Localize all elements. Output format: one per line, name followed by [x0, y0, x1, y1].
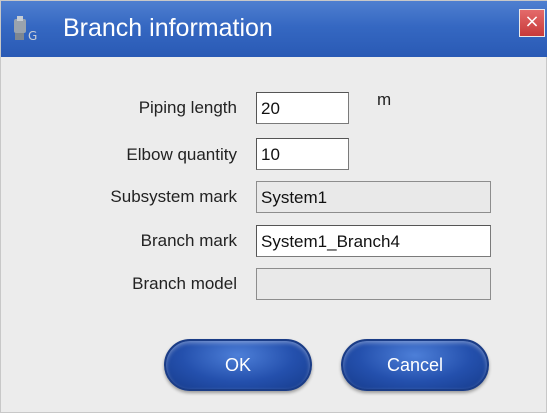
- close-button[interactable]: ×: [519, 9, 545, 37]
- branch-mark-input[interactable]: System1_Branch4: [256, 225, 491, 257]
- svg-text:G: G: [28, 29, 37, 43]
- elbow-quantity-label: Elbow quantity: [126, 145, 237, 164]
- subsystem-mark-field: System1: [256, 181, 491, 213]
- close-icon: ×: [524, 11, 540, 32]
- branch-model-label: Branch model: [132, 274, 237, 293]
- subsystem-mark-label: Subsystem mark: [110, 187, 237, 206]
- elbow-quantity-input[interactable]: 10: [256, 138, 349, 170]
- piping-length-label: Piping length: [138, 98, 237, 117]
- software-logo-icon: G: [14, 16, 37, 43]
- title-bar[interactable]: G Branch information ×: [1, 1, 547, 57]
- branch-mark-label: Branch mark: [140, 231, 237, 250]
- ok-button[interactable]: OK: [164, 339, 312, 391]
- branch-model-field: [256, 268, 491, 300]
- piping-length-input[interactable]: 20: [256, 92, 349, 124]
- branch-information-dialog: G Branch information × Piping length 20 …: [0, 0, 547, 413]
- piping-length-unit: m: [377, 90, 392, 109]
- cancel-button[interactable]: Cancel: [341, 339, 489, 391]
- dialog-title: Branch information: [63, 14, 273, 42]
